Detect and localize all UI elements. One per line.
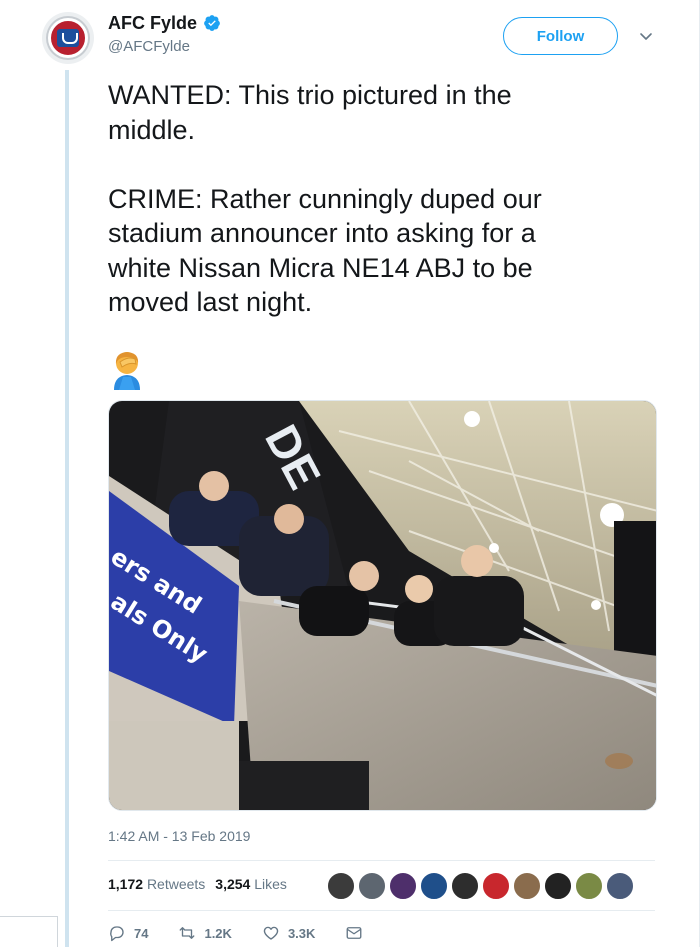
tweet-actions: 74 1.2K 3.3K [108,924,393,942]
display-name[interactable]: AFC Fylde [108,12,221,34]
like-count: 3.3K [287,925,316,941]
liker-avatar[interactable] [419,871,449,901]
reply-count: 74 [134,925,149,941]
liker-avatar[interactable] [543,871,573,901]
liker-avatar[interactable] [574,871,604,901]
liker-avatar[interactable] [512,871,542,901]
likes-stat[interactable]: 3,254 Likes [215,876,287,892]
liker-avatar[interactable] [388,871,418,901]
corner-panel [0,916,58,947]
tweet-text: WANTED: This trio pictured in the middle… [108,80,542,317]
display-name-text[interactable]: AFC Fylde [108,12,197,34]
reply-button[interactable]: 74 [108,924,148,942]
heart-icon [263,926,279,940]
liker-avatar[interactable] [481,871,511,901]
account-handle[interactable]: @AFCFylde [108,38,221,55]
avatar[interactable] [42,12,94,64]
divider-top [108,860,655,861]
thread-line [65,70,69,947]
liker-avatars [326,871,635,901]
retweet-button[interactable]: 1.2K [178,924,232,942]
retweet-icon [180,927,195,939]
liker-avatar[interactable] [326,871,356,901]
tweet-timestamp[interactable]: 1:42 AM - 13 Feb 2019 [108,828,250,844]
follow-button[interactable]: Follow [503,17,618,55]
liker-avatar[interactable] [450,871,480,901]
retweet-count: 1.2K [204,925,232,941]
direct-message-button[interactable] [345,924,363,942]
retweets-count[interactable]: 1,172 [108,876,143,892]
reply-icon [110,926,124,942]
verified-badge-icon [204,15,220,31]
facepalm-emoji-icon [114,352,140,390]
stadium-photo-image: DE ers and als Only [109,401,656,810]
liker-avatar[interactable] [357,871,387,901]
liker-avatar[interactable] [605,871,635,901]
account-name-block[interactable]: AFC Fylde @AFCFylde [108,12,221,55]
retweets-stat[interactable]: 1,172 Retweets [108,876,205,892]
tweet-stats: 1,172 Retweets 3,254 Likes [108,876,287,892]
like-button[interactable]: 3.3K [262,924,315,942]
likes-label[interactable]: Likes [254,876,287,892]
divider-bottom [108,910,655,911]
chevron-down-icon[interactable] [638,28,654,44]
likes-count[interactable]: 3,254 [215,876,250,892]
club-crest-icon [48,18,88,58]
retweets-label[interactable]: Retweets [147,876,205,892]
envelope-icon [346,927,362,939]
tweet-photo[interactable]: DE ers and als Only [108,400,657,811]
